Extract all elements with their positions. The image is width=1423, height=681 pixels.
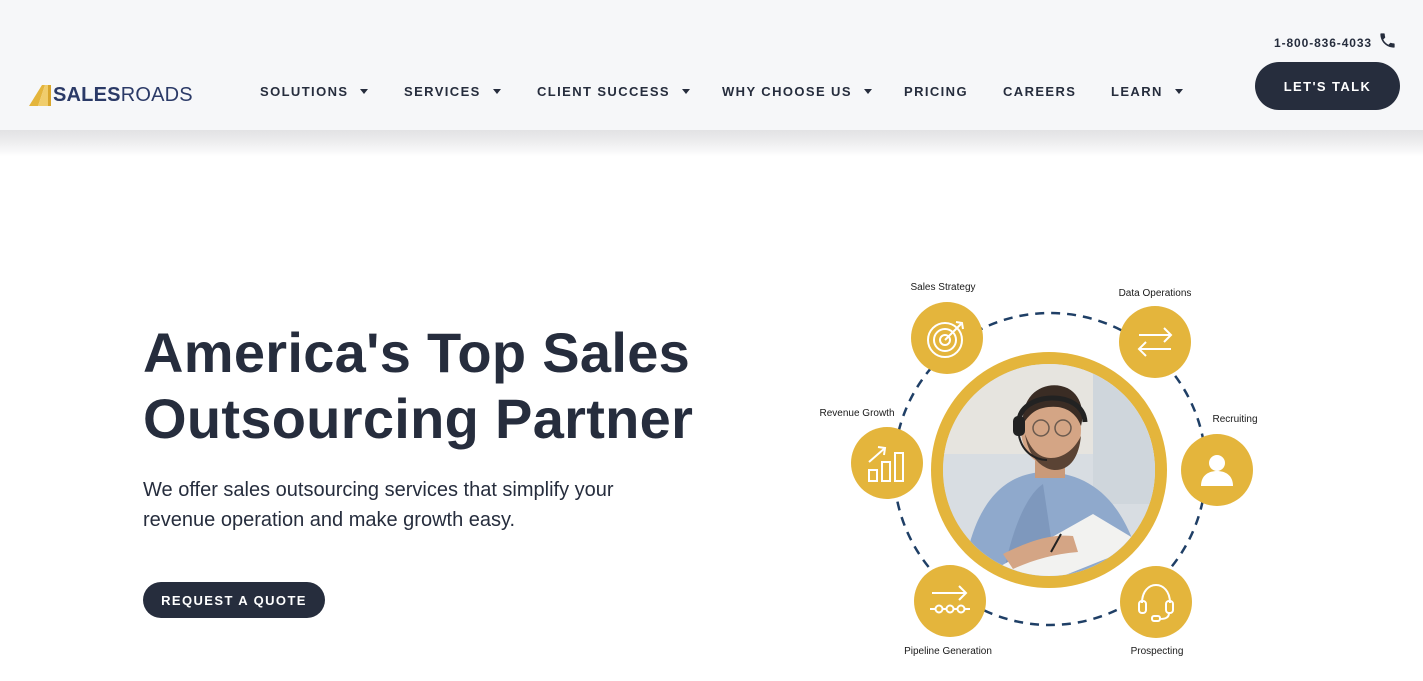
node-label-revenue-growth: Revenue Growth xyxy=(819,408,895,419)
photo-ring xyxy=(931,352,1167,588)
node-label-prospecting: Prospecting xyxy=(1130,646,1184,657)
hero-title-line-1: America's Top Sales xyxy=(143,321,691,384)
phone-link[interactable]: 1-800-836-4033 xyxy=(1274,32,1397,54)
nav-pricing-label: PRICING xyxy=(904,83,968,99)
nav-client-success-label: CLIENT SUCCESS xyxy=(537,83,671,99)
pipeline-icon xyxy=(914,565,986,637)
phone-icon xyxy=(1380,32,1395,48)
arrows-exchange-icon xyxy=(1119,306,1191,378)
nav-learn[interactable]: LEARN xyxy=(1111,81,1183,101)
hero-subtitle-line-1: We offer sales outsourcing services that… xyxy=(143,479,614,501)
nav-solutions-label: SOLUTIONS xyxy=(260,83,349,99)
nav-careers-label: CAREERS xyxy=(1003,83,1077,99)
nav-careers[interactable]: CAREERS xyxy=(1003,81,1076,101)
lets-talk-button[interactable]: LET'S TALK xyxy=(1255,62,1400,110)
salesroads-logo[interactable]: SALESROADS xyxy=(28,82,193,108)
node-label-pipeline-generation: Pipeline Generation xyxy=(904,646,992,657)
logo-text-roads: ROADS xyxy=(120,84,193,106)
phone-number: 1-800-836-4033 xyxy=(1274,36,1373,50)
hero-subtitle-line-2: revenue operation and make growth easy. xyxy=(143,509,516,531)
hero-title: America's Top Sales Outsourcing Partner xyxy=(143,320,743,452)
caret-down-icon xyxy=(863,88,872,94)
target-icon xyxy=(911,302,983,374)
caret-down-icon xyxy=(682,88,691,94)
logo-text-sales: SALES xyxy=(53,84,121,106)
hero-title-line-2: Outsourcing Partner xyxy=(143,387,694,450)
caret-down-icon xyxy=(492,88,501,94)
nav-services[interactable]: SERVICES xyxy=(404,81,501,101)
nav-why-choose-us[interactable]: WHY CHOOSE US xyxy=(722,81,872,101)
nav-learn-label: LEARN xyxy=(1111,83,1163,99)
nav-services-label: SERVICES xyxy=(404,83,481,99)
node-label-recruiting: Recruiting xyxy=(1212,414,1258,425)
caret-down-icon xyxy=(360,88,369,94)
hero-photo-salesperson xyxy=(943,364,1155,576)
headset-icon xyxy=(1120,566,1192,638)
caret-down-icon xyxy=(1174,88,1183,94)
request-quote-button[interactable]: REQUEST A QUOTE xyxy=(143,582,325,618)
nav-solutions[interactable]: SOLUTIONS xyxy=(260,81,369,101)
person-icon xyxy=(1181,434,1253,506)
header-shadow xyxy=(0,130,1423,156)
site-header: SALESROADS SOLUTIONS SERVICES CLIENT SUC… xyxy=(0,0,1423,130)
nav-client-success[interactable]: CLIENT SUCCESS xyxy=(537,81,691,101)
nav-pricing[interactable]: PRICING xyxy=(904,81,968,101)
logo-mark-icon xyxy=(29,85,51,106)
node-label-sales-strategy: Sales Strategy xyxy=(910,282,976,293)
nav-why-choose-us-label: WHY CHOOSE US xyxy=(722,83,852,99)
hero-subtitle: We offer sales outsourcing services that… xyxy=(143,475,683,535)
bar-growth-icon xyxy=(851,427,923,499)
node-label-data-operations: Data Operations xyxy=(1118,288,1192,299)
salesperson-illustration xyxy=(943,364,1155,576)
